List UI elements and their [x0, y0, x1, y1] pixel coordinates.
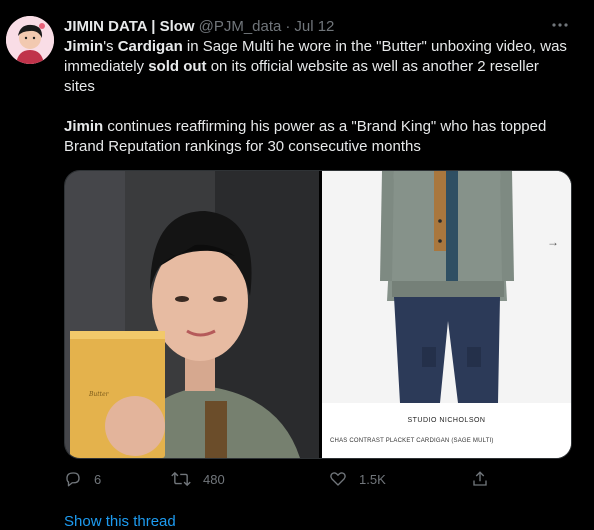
photo-person-holding-box[interactable]: Butter — [65, 171, 319, 458]
tweet-text: Jimin's Cardigan in Sage Multi he wore i… — [64, 37, 569, 157]
reply-button[interactable]: 6 — [64, 470, 101, 488]
reply-count: 6 — [94, 471, 102, 487]
like-count: 1.5K — [359, 471, 386, 487]
more-options-button[interactable] — [547, 14, 573, 36]
author-handle[interactable]: @PJM_data — [199, 18, 282, 35]
tweet-media[interactable]: Butter → STUDIO NICHOLSON CHAS CONTRAST … — [64, 170, 572, 459]
next-image-arrow-icon[interactable]: → — [547, 235, 559, 249]
avatar-illustration-icon — [6, 16, 54, 64]
reply-icon — [66, 472, 80, 487]
author-display-name[interactable]: JIMIN DATA | Slow — [64, 18, 195, 35]
tweet-timestamp[interactable]: Jul 12 — [294, 18, 334, 35]
retweet-icon — [171, 471, 191, 487]
more-dots-icon — [552, 23, 568, 27]
text-span: Jimin — [64, 38, 104, 55]
text-span: Jimin — [64, 118, 104, 135]
text-span: sold out — [148, 58, 207, 75]
text-span: 's — [103, 38, 118, 55]
share-icon — [473, 471, 487, 486]
cardigan-photo-illustration — [322, 171, 571, 458]
text-span: continues reaffirming his power as a "Br… — [64, 118, 547, 155]
like-button[interactable]: 1.5K — [329, 470, 386, 488]
retweet-count: 480 — [203, 471, 225, 487]
tweet-header: JIMIN DATA | Slow @PJM_data · Jul 12 — [64, 16, 334, 36]
retweet-button[interactable]: 480 — [171, 470, 225, 488]
separator-dot: · — [285, 17, 291, 35]
tweet-paragraph-1: Jimin's Cardigan in Sage Multi he wore i… — [64, 37, 569, 97]
tweet[interactable]: JIMIN DATA | Slow @PJM_data · Jul 12 Jim… — [0, 0, 594, 530]
share-button[interactable] — [471, 470, 489, 488]
person-photo-illustration — [65, 171, 319, 458]
photo-cardigan-product[interactable]: → STUDIO NICHOLSON CHAS CONTRAST PLACKET… — [322, 171, 571, 458]
text-span: Cardigan — [117, 38, 183, 55]
show-thread-link[interactable]: Show this thread — [64, 513, 176, 530]
brand-caption: STUDIO NICHOLSON — [407, 417, 486, 424]
tweet-paragraph-2: Jimin continues reaffirming his power as… — [64, 117, 569, 157]
product-caption: CHAS CONTRAST PLACKET CARDIGAN (SAGE MUL… — [330, 438, 494, 444]
tweet-actions: 6 480 1.5K — [64, 465, 504, 493]
like-icon — [330, 472, 346, 486]
author-avatar[interactable] — [6, 16, 54, 64]
box-label: Butter — [89, 391, 109, 398]
